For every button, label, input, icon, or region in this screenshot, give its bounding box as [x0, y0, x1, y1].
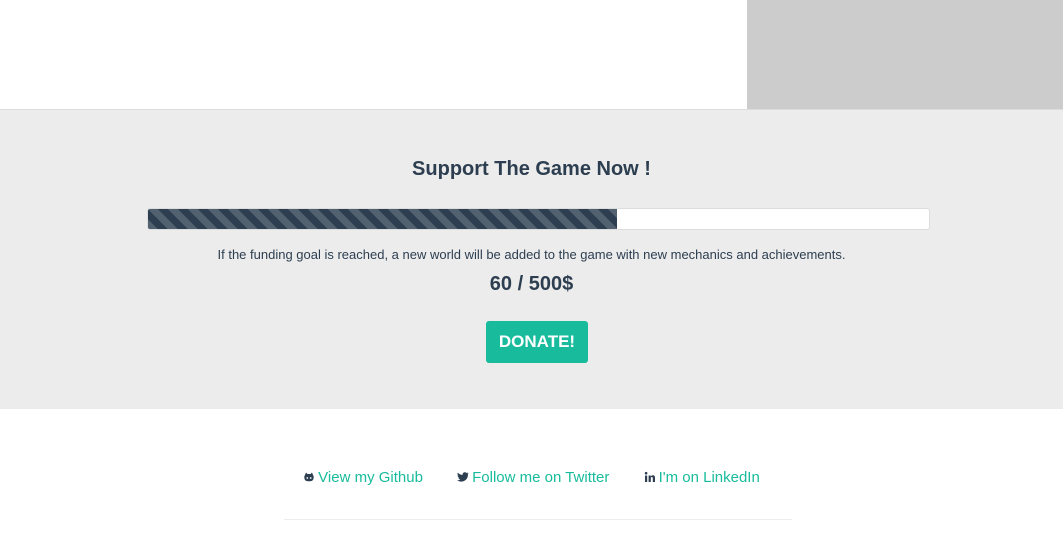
github-icon: [304, 472, 314, 482]
linkedin-icon: [644, 471, 655, 482]
social-links: View my Github Follow me on Twitter I'm …: [0, 469, 1063, 486]
github-link-label: View my Github: [318, 469, 423, 486]
social-links-section: View my Github Follow me on Twitter I'm …: [0, 409, 1063, 542]
funding-progress-bar: [147, 208, 930, 230]
funding-amount: 60 / 500$: [489, 273, 574, 295]
support-section: Support The Game Now ! If the funding go…: [0, 110, 1063, 409]
header-image-placeholder: [747, 0, 1063, 109]
funding-progress-fill: [148, 209, 617, 229]
twitter-icon: [457, 472, 469, 482]
funding-description: If the funding goal is reached, a new wo…: [217, 247, 846, 262]
header-area: [0, 0, 1063, 110]
footer-divider: [284, 519, 792, 520]
github-link[interactable]: View my Github: [303, 469, 423, 486]
linkedin-link[interactable]: I'm on LinkedIn: [644, 469, 760, 486]
twitter-link[interactable]: Follow me on Twitter: [457, 469, 609, 486]
twitter-link-label: Follow me on Twitter: [472, 469, 610, 486]
donate-button[interactable]: DONATE!: [486, 321, 588, 363]
linkedin-link-label: I'm on LinkedIn: [658, 469, 760, 486]
support-title: Support The Game Now !: [412, 158, 651, 180]
